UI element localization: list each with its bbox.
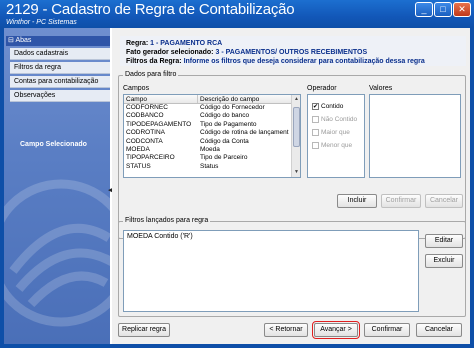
field-description-cell: Tipo de Pagamento	[200, 120, 257, 128]
field-code-cell: CODCONTA	[126, 137, 163, 145]
sidebar-item-observacoes[interactable]: Observações	[10, 90, 110, 102]
filter-data-group-label: Dados para filtro	[123, 71, 179, 78]
column-header-descricao[interactable]: Descrição do campo	[198, 95, 293, 103]
fields-list-scrollbar[interactable]: ▲ ▼	[291, 95, 300, 177]
checkbox-icon[interactable]	[312, 116, 319, 123]
field-code-cell: TIPODEPAGAMENTO	[126, 120, 192, 128]
operator-option[interactable]: Não Contido	[312, 116, 357, 123]
fields-list[interactable]: Campo Descrição do campo CODFORNEC Código…	[123, 94, 301, 178]
filter-data-group: Dados para filtro Campos Operador Valore…	[118, 71, 466, 239]
field-code-cell: TIPOPARCEIRO	[126, 154, 175, 162]
checkbox-icon[interactable]	[312, 142, 319, 149]
operator-option-label: Não Contido	[321, 116, 358, 123]
filters-hint-line: Filtros da Regra: Informe os filtros que…	[126, 58, 425, 65]
sidebar-header-abas[interactable]: ⊟ Abas	[6, 36, 110, 46]
event-line: Fato gerador selecionado: 3 - PAGAMENTOS…	[126, 49, 368, 56]
sidebar-item-dados-cadastrais[interactable]: Dados cadastrais	[10, 48, 110, 60]
field-description-cell: Código da Conta	[200, 137, 249, 145]
rule-line: Regra: 1 - PAGAMENTO RCA	[126, 40, 223, 47]
field-description-cell: Status	[200, 162, 219, 170]
operator-label: Operador	[307, 85, 337, 92]
field-description-cell: Código de rotina de lançament	[200, 129, 289, 137]
window-frame-bottom	[0, 344, 474, 348]
field-description-cell: Código do Fornecedor	[200, 104, 265, 111]
field-row[interactable]: TIPODEPAGAMENTO Tipo de Pagamento	[124, 121, 300, 129]
field-row[interactable]: CODCONTA Código da Conta	[124, 138, 300, 146]
sidebar: ⊟ Abas Dados cadastrais Filtros da regra…	[4, 28, 110, 344]
cancel-filter-button[interactable]: Cancelar	[425, 194, 463, 208]
field-code-cell: CODFORNEC	[126, 104, 168, 111]
main-panel: Regra: 1 - PAGAMENTO RCA Fato gerador se…	[112, 28, 470, 344]
fields-list-rows: CODFORNEC Código do Fornecedor CODBANCO Cód…	[124, 104, 300, 171]
operator-option[interactable]: Maior que	[312, 129, 350, 136]
field-row[interactable]: MOEDA Moeda	[124, 146, 300, 154]
title-bar: 2129 - Cadastro de Regra de Contabilizaç…	[0, 0, 474, 28]
applied-filter-line[interactable]: MOEDA Contido ('R')	[127, 233, 415, 240]
edit-button[interactable]: Editar	[425, 234, 463, 248]
minimize-button[interactable]: _	[415, 2, 433, 17]
pc-sistemas-logo-icon	[4, 179, 110, 327]
confirm-button[interactable]: Confirmar	[364, 323, 410, 337]
field-description-cell: Tipo de Parceiro	[200, 154, 248, 162]
include-button[interactable]: Incluir	[337, 194, 377, 208]
fields-label: Campos	[123, 85, 150, 92]
field-row[interactable]: STATUS Status	[124, 163, 300, 171]
field-code-cell: MOEDA	[126, 145, 150, 153]
rule-info-bar: Regra: 1 - PAGAMENTO RCA Fato gerador se…	[120, 36, 466, 66]
back-button[interactable]: < Retornar	[264, 323, 308, 337]
checkbox-icon[interactable]	[312, 129, 319, 136]
scroll-down-arrow-icon[interactable]: ▼	[292, 168, 300, 177]
window-frame-right	[470, 28, 474, 348]
field-code-cell: STATUS	[126, 162, 151, 170]
operator-box: ✔ Contido Não Contido Maior que Menor que	[307, 94, 365, 178]
fields-list-header: Campo Descrição do campo	[124, 95, 300, 104]
field-row[interactable]: TIPOPARCEIRO Tipo de Parceiro	[124, 154, 300, 162]
scroll-up-arrow-icon[interactable]: ▲	[292, 95, 300, 104]
values-label: Valores	[369, 85, 393, 92]
operator-option[interactable]: ✔ Contido	[312, 103, 343, 110]
field-row[interactable]: CODROTINA Código de rotina de lançament	[124, 129, 300, 137]
next-button[interactable]: Avançar >	[312, 321, 360, 339]
sidebar-section-campo-selecionado: Campo Selecionado	[20, 141, 87, 148]
sidebar-item-contas-contabilizacao[interactable]: Contas para contabilização	[10, 76, 110, 88]
replicate-rule-button[interactable]: Replicar regra	[118, 323, 170, 337]
column-header-campo[interactable]: Campo	[124, 95, 198, 103]
operator-option-label: Maior que	[321, 129, 350, 136]
applied-filters-group-label: Filtros lançados para regra	[123, 217, 211, 224]
applied-filters-group: Filtros lançados para regra MOEDA Contid…	[118, 217, 466, 317]
values-box[interactable]	[369, 94, 461, 178]
scroll-thumb[interactable]	[293, 107, 300, 147]
field-code-cell: CODBANCO	[126, 112, 164, 120]
window-title: 2129 - Cadastro de Regra de Contabilizaç…	[6, 1, 295, 18]
field-code-cell: CODROTINA	[126, 129, 165, 137]
maximize-button[interactable]: □	[434, 2, 452, 17]
operator-option-label: Menor que	[321, 142, 353, 149]
checkbox-icon[interactable]: ✔	[312, 103, 319, 110]
field-description-cell: Moeda	[200, 145, 220, 153]
delete-button[interactable]: Excluir	[425, 254, 463, 268]
operator-option-label: Contido	[321, 103, 344, 110]
cancel-button[interactable]: Cancelar	[416, 323, 462, 337]
applied-filters-list[interactable]: MOEDA Contido ('R')	[123, 230, 419, 312]
sidebar-item-filtros-regra[interactable]: Filtros da regra	[10, 62, 110, 74]
field-row[interactable]: CODFORNEC Código do Fornecedor	[124, 104, 300, 112]
field-description-cell: Código do banco	[200, 112, 250, 120]
field-row[interactable]: CODBANCO Código do banco	[124, 112, 300, 120]
window-subtitle: Winthor - PC Sistemas	[6, 19, 77, 26]
close-button[interactable]: ✕	[453, 2, 471, 17]
confirm-filter-button[interactable]: Confirmar	[381, 194, 421, 208]
window-controls: _ □ ✕	[415, 2, 471, 17]
operator-option[interactable]: Menor que	[312, 142, 352, 149]
